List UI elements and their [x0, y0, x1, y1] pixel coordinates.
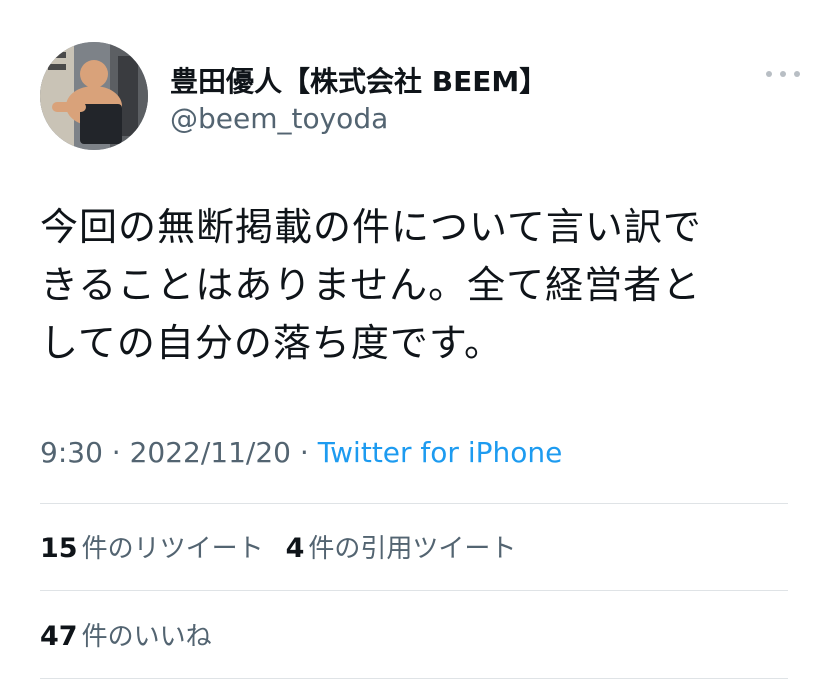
quotes-count: 4	[285, 533, 305, 564]
display-name[interactable]: 豊田優人【株式会社 BEEM】	[170, 60, 547, 100]
likes-row: 47 件のいいね	[40, 616, 212, 653]
divider	[40, 678, 788, 679]
engagement-row: 15 件のリツイート 4 件の引用ツイート	[40, 528, 516, 565]
tweet-header: 豊田優人【株式会社 BEEM】 @beem_toyoda	[40, 42, 800, 152]
more-options-icon[interactable]	[766, 68, 800, 80]
retweets-count: 15	[40, 533, 78, 564]
tweet-page: 豊田優人【株式会社 BEEM】 @beem_toyoda 今回の無断掲載の件につ…	[0, 0, 828, 695]
divider	[40, 590, 788, 591]
divider	[40, 503, 788, 504]
quotes-label: 件の引用ツイート	[308, 534, 517, 564]
tweet-text-line: 今回の無断掲載の件について言い訳で	[40, 205, 702, 249]
quotes-stat[interactable]: 4 件の引用ツイート	[286, 528, 517, 565]
avatar[interactable]	[40, 42, 148, 150]
tweet-source-link[interactable]: Twitter for iPhone	[318, 436, 563, 469]
tweet-time[interactable]: 9:30	[40, 436, 103, 469]
tweet-text-line: しての自分の落ち度です。	[40, 321, 504, 365]
avatar-image	[40, 42, 148, 150]
tweet-meta: 9:30 · 2022/11/20 · Twitter for iPhone	[40, 436, 562, 469]
tweet-text: 今回の無断掲載の件について言い訳で きることはありません。全て経営者と しての自…	[40, 198, 800, 372]
tweet-text-line: きることはありません。全て経営者と	[40, 263, 702, 307]
meta-separator: ·	[102, 436, 130, 469]
more-dot	[794, 71, 800, 77]
meta-separator: ·	[290, 436, 318, 469]
likes-label: 件のいいね	[81, 622, 212, 652]
more-dot	[766, 71, 772, 77]
likes-count: 47	[40, 621, 78, 652]
retweets-label: 件のリツイート	[81, 534, 264, 564]
likes-stat[interactable]: 47 件のいいね	[40, 616, 212, 653]
retweets-stat[interactable]: 15 件のリツイート	[40, 528, 264, 565]
user-handle[interactable]: @beem_toyoda	[170, 102, 388, 135]
more-dot	[780, 71, 786, 77]
tweet-date[interactable]: 2022/11/20	[130, 436, 291, 469]
